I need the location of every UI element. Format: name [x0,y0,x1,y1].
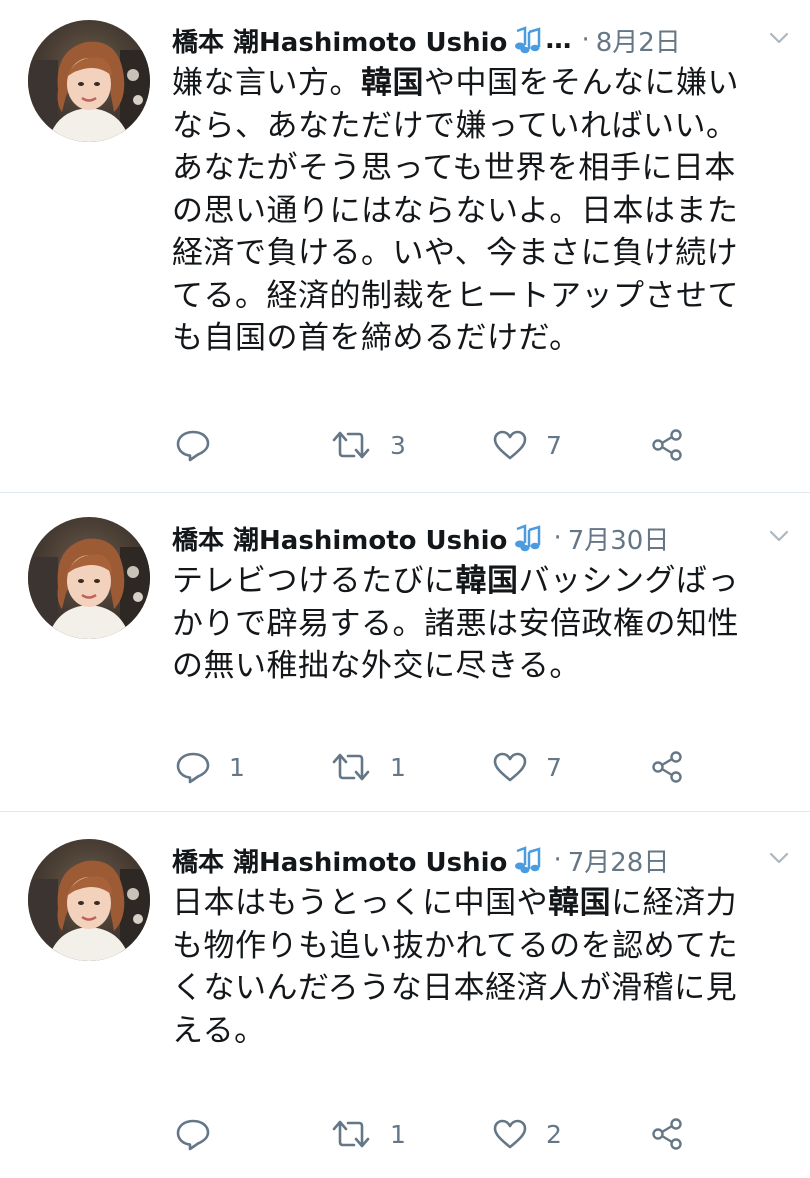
share-button[interactable] [650,747,686,787]
tweet-actions: 12 [0,1114,810,1154]
avatar[interactable] [28,20,150,142]
highlighted-keyword: 韓国 [455,563,519,599]
retweet-icon [330,751,372,783]
retweet-count: 3 [390,430,406,460]
separator-dot: · [581,25,590,55]
tweet-header: 橋本 潮Hashimoto Ushio · 7月30日 [172,518,792,558]
avatar[interactable] [28,839,150,961]
reply-button[interactable] [175,1114,211,1154]
tweet-text-line: くないんだろうな日本経済人が滑稽に見 [172,967,762,1010]
tweet-text-line: の思い通りにはならないよ。日本はまた [172,190,762,233]
share-icon [650,428,686,462]
text-segment: テレビつけるたびに [172,563,456,599]
retweet-button[interactable]: 1 [330,1114,406,1154]
heart-icon [492,1118,528,1150]
text-segment: なら、あなただけで嫌っていればいい。 [172,107,738,144]
tweet-text-line: 日本はもうとっくに中国や韓国に経済力 [172,882,762,925]
retweet-count: 1 [390,1119,406,1149]
text-segment: える。 [172,1012,266,1049]
highlighted-keyword: 韓国 [548,885,612,921]
tweet-text: 日本はもうとっくに中国や韓国に経済力 も物作りも追い抜かれてるのを認めてた くないん… [172,882,762,1052]
retweet-button[interactable]: 3 [330,425,406,465]
music-note-icon [509,25,543,55]
like-button[interactable]: 7 [492,747,562,787]
reply-icon [175,1117,211,1151]
avatar[interactable] [28,517,150,639]
text-segment: や中国をそんなに嫌い [424,65,739,101]
tweet-text-line: テレビつけるたびに韓国バッシングばっ [172,560,762,603]
text-segment: てる。経済的制裁をヒートアップさせて [172,277,739,314]
tweet-text-line: の無い稚拙な外交に尽きる。 [172,645,762,688]
highlighted-keyword: 韓国 [361,65,424,101]
text-segment: かりで辟易する。諸悪は安倍政権の知性 [172,605,739,642]
tweet-text: 嫌な言い方。韓国や中国をそんなに嫌い なら、あなただけで嫌っていればいい。 あなたが… [172,62,762,360]
tweet-text-line: あなたがそう思っても世界を相手に日本 [172,147,762,190]
tweet-date[interactable]: 7月30日 [568,520,670,557]
reply-button[interactable]: 1 [175,747,245,787]
reply-icon [175,428,211,462]
tweet-header: 橋本 潮Hashimoto Ushio … · 8月2日 [172,20,792,60]
share-icon [650,750,686,784]
reply-icon [175,750,211,784]
tweet-text-line: なら、あなただけで嫌っていればいい。 [172,105,762,148]
like-count: 7 [546,430,562,460]
reply-button[interactable] [175,425,211,465]
text-segment: 日本はもうとっくに中国や [172,885,549,921]
tweet-actions: 37 [0,425,810,465]
tweet-date[interactable]: 8月2日 [596,22,681,59]
tweet-text-line: も物作りも追い抜かれてるのを認めてた [172,925,762,968]
tweet-text-line: 嫌な言い方。韓国や中国をそんなに嫌い [172,62,762,105]
author-name[interactable]: 橋本 潮Hashimoto Ushio [172,22,507,59]
music-note-icon [509,845,543,875]
tweet-3[interactable]: 橋本 潮Hashimoto Ushio · 7月28日 日本はもうとっくに中国や… [0,812,810,1178]
share-button[interactable] [650,1114,686,1154]
author-name[interactable]: 橋本 潮Hashimoto Ushio [172,520,507,557]
retweet-icon [330,429,372,461]
separator-dot: · [553,845,562,875]
retweet-button[interactable]: 1 [330,747,406,787]
text-segment: バッシングばっ [518,563,739,599]
tweet-text-line: てる。経済的制裁をヒートアップさせて [172,275,762,318]
author-name[interactable]: 橋本 潮Hashimoto Ushio [172,842,507,879]
like-count: 7 [546,752,562,782]
heart-icon [492,751,528,783]
text-segment: も自国の首を締めるだけだ。 [172,320,581,356]
retweet-icon [330,1118,372,1150]
tweet-text-line: も自国の首を締めるだけだ。 [172,317,762,360]
chevron-down-icon[interactable] [766,848,792,868]
chevron-down-icon[interactable] [766,28,792,48]
text-segment: も物作りも追い抜かれてるのを認めてた [172,927,739,964]
tweet-text-line: 経済で負ける。いや、今まさに負け続け [172,232,762,275]
share-icon [650,1117,686,1151]
tweet-1[interactable]: 橋本 潮Hashimoto Ushio … · 8月2日 嫌な言い方。韓国や中国… [0,0,810,492]
tweet-header: 橋本 潮Hashimoto Ushio · 7月28日 [172,840,792,880]
text-segment: 嫌な言い方。 [172,65,361,101]
share-button[interactable] [650,425,686,465]
text-segment: に経済力 [611,885,738,921]
like-count: 2 [546,1119,562,1149]
tweet-2[interactable]: 橋本 潮Hashimoto Ushio · 7月30日 テレビつけるたびに韓国バ… [0,493,810,811]
text-segment: あなたがそう思っても世界を相手に日本 [172,150,736,186]
retweet-count: 1 [390,752,406,782]
reply-count: 1 [229,752,245,782]
tweet-actions: 1 1 7 [0,747,810,787]
chevron-down-icon[interactable] [766,526,792,546]
name-truncation: … [545,25,572,55]
text-segment: の無い稚拙な外交に尽きる。 [172,648,581,684]
like-button[interactable]: 2 [492,1114,562,1154]
text-segment: くないんだろうな日本経済人が滑稽に見 [172,970,738,1006]
tweet-text-line: かりで辟易する。諸悪は安倍政権の知性 [172,603,762,646]
like-button[interactable]: 7 [492,425,562,465]
music-note-icon [509,523,543,553]
text-segment: 経済で負ける。いや、今まさに負け続け [172,235,739,271]
separator-dot: · [553,523,562,553]
heart-icon [492,429,528,461]
tweet-date[interactable]: 7月28日 [568,842,670,879]
tweet-text: テレビつけるたびに韓国バッシングばっ かりで辟易する。諸悪は安倍政権の知性 の無い稚… [172,560,762,688]
text-segment: の思い通りにはならないよ。日本はまた [172,192,739,229]
tweet-text-line: える。 [172,1010,762,1053]
